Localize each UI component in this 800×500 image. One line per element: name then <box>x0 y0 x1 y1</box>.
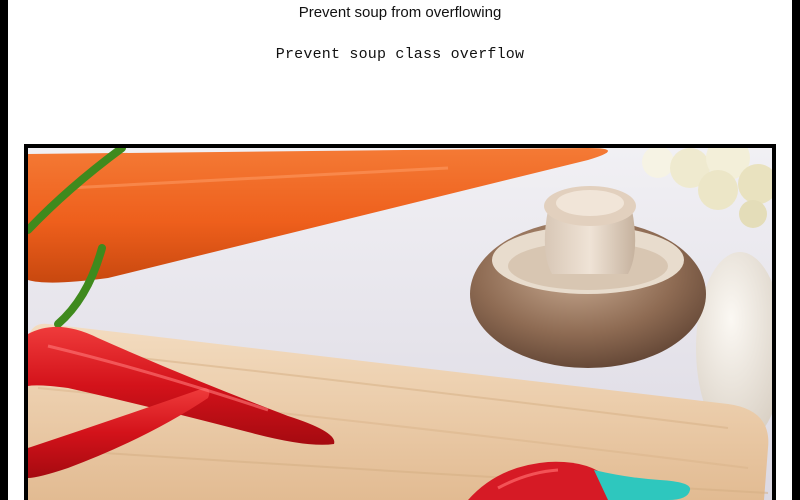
page-frame: Prevent soup from overflowing Prevent so… <box>0 0 800 500</box>
product-photo <box>24 144 776 500</box>
page-title: Prevent soup from overflowing <box>298 4 502 21</box>
page-subtitle: Prevent soup class overflow <box>275 46 525 63</box>
vegetables-illustration <box>28 148 772 500</box>
